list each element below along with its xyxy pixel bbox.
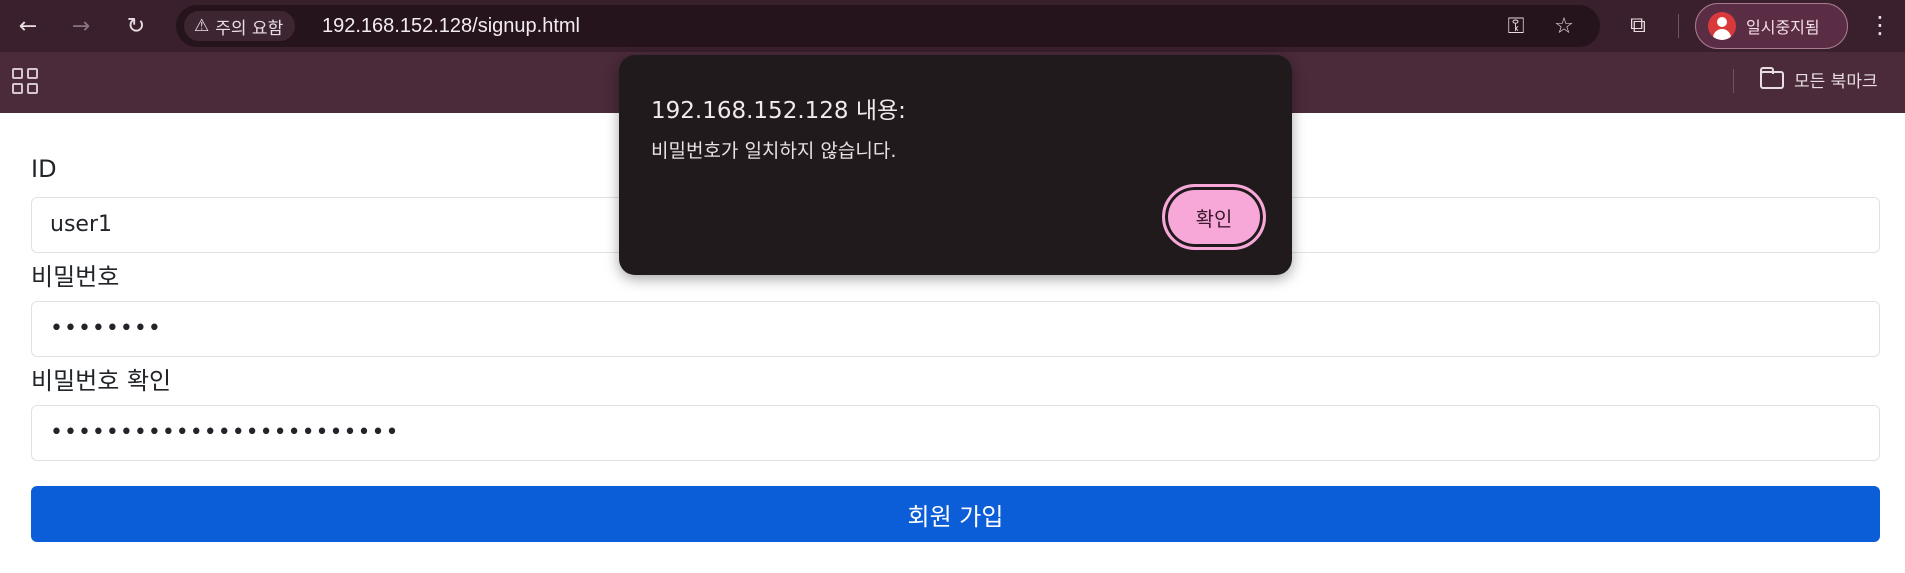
security-chip[interactable]: ⚠ 주의 요함 <box>184 11 296 41</box>
apps-icon[interactable] <box>12 68 38 94</box>
alert-dialog: 192.168.152.128 내용: 비밀번호가 일치하지 않습니다. 확인 <box>619 55 1292 275</box>
password-label: 비밀번호 <box>31 263 120 291</box>
address-bar[interactable]: ⚠ 주의 요함 192.168.152.128/signup.html ⚿ ☆ <box>176 5 1600 47</box>
profile-button[interactable]: 일시중지됨 <box>1695 3 1848 49</box>
signup-button[interactable]: 회원 가입 <box>31 486 1880 542</box>
toolbar-divider <box>1678 14 1679 38</box>
password-input[interactable]: •••••••• <box>31 301 1880 357</box>
dialog-title: 192.168.152.128 내용: <box>651 98 906 124</box>
password-confirm-label: 비밀번호 확인 <box>31 367 172 395</box>
back-icon[interactable]: ← <box>10 8 46 44</box>
warning-icon: ⚠ <box>194 16 210 36</box>
all-bookmarks-button[interactable]: 모든 북마크 <box>1760 66 1878 92</box>
bookmarks-divider <box>1733 69 1734 93</box>
avatar-icon <box>1708 12 1736 40</box>
browser-toolbar: ← → ↻ ⚠ 주의 요함 192.168.152.128/signup.htm… <box>0 0 1905 52</box>
extensions-icon[interactable]: ⧉ <box>1623 10 1653 40</box>
reload-icon[interactable]: ↻ <box>118 8 154 44</box>
profile-label: 일시중지됨 <box>1746 18 1820 37</box>
url-text[interactable]: 192.168.152.128/signup.html <box>322 15 580 38</box>
star-icon[interactable]: ☆ <box>1551 13 1577 39</box>
password-confirm-input[interactable]: ••••••••••••••••••••••••• <box>31 405 1880 461</box>
more-menu-icon[interactable]: ⋮ <box>1868 10 1892 40</box>
security-label: 주의 요함 <box>215 18 284 39</box>
folder-icon <box>1760 66 1784 89</box>
id-label: ID <box>31 155 57 183</box>
forward-icon[interactable]: → <box>63 8 99 44</box>
ok-button[interactable]: 확인 <box>1162 184 1266 250</box>
dialog-message: 비밀번호가 일치하지 않습니다. <box>651 140 897 162</box>
key-icon[interactable]: ⚿ <box>1503 13 1529 39</box>
all-bookmarks-label: 모든 북마크 <box>1794 72 1878 92</box>
